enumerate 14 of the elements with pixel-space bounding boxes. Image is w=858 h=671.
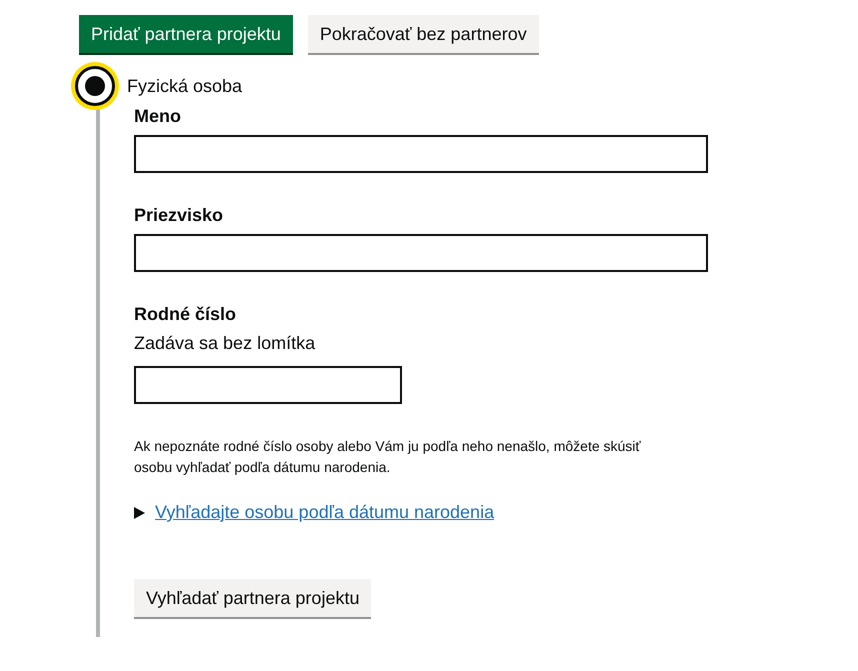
radio-label: Fyzická osoba bbox=[127, 76, 242, 96]
input-field[interactable] bbox=[134, 135, 708, 173]
field-label: Priezvisko bbox=[134, 205, 224, 226]
details-link[interactable]: Vyhľadajte osobu podľa dátumu narodenia bbox=[155, 502, 494, 523]
help-text: Ak nepoznáte rodné číslo osoby alebo Vám ju podľa neho nenašlo, môžete skúsiť osobu vyhľadať podľa dátumu narodenia. bbox=[134, 437, 642, 477]
field-hint: Zadáva sa bez lomítka bbox=[134, 333, 316, 354]
input-field[interactable] bbox=[134, 366, 402, 404]
continue-button[interactable]: Pokračovať bez partnerov bbox=[308, 15, 539, 53]
input-field[interactable] bbox=[134, 234, 708, 272]
triangle-icon[interactable] bbox=[134, 506, 145, 518]
field-label: Meno bbox=[134, 106, 181, 127]
field-label: Rodné číslo bbox=[134, 304, 236, 325]
add-partner-button[interactable]: Pridať partnera projektu bbox=[79, 15, 293, 53]
search-partner-button[interactable]: Vyhľadať partnera projektu bbox=[134, 579, 372, 617]
